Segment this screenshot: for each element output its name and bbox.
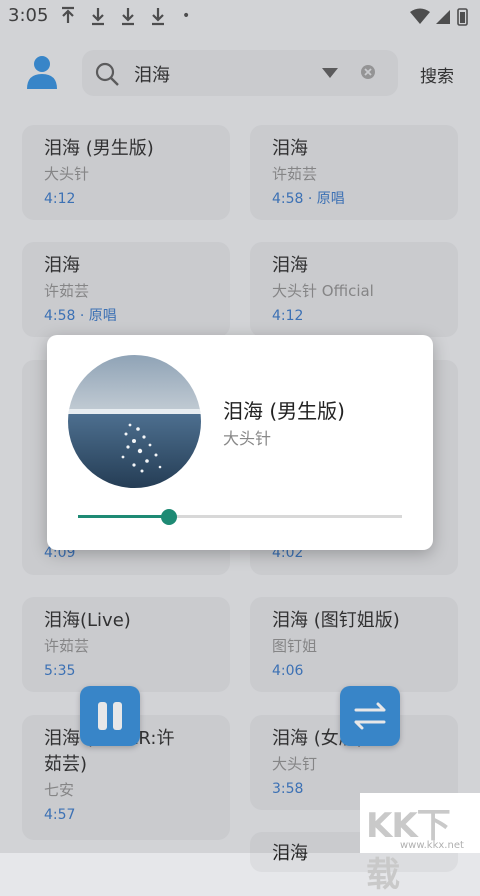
progress-fill	[78, 515, 169, 518]
progress-thumb[interactable]	[161, 509, 177, 525]
watermark-url: www.kkx.net	[400, 840, 464, 851]
sea-cover-image	[68, 355, 201, 488]
now-playing-artist: 大头针	[223, 429, 272, 448]
now-playing-title: 泪海 (男生版)	[223, 399, 345, 423]
now-playing-dialog: 泪海 (男生版) 大头针	[47, 335, 433, 550]
album-cover	[68, 355, 201, 488]
